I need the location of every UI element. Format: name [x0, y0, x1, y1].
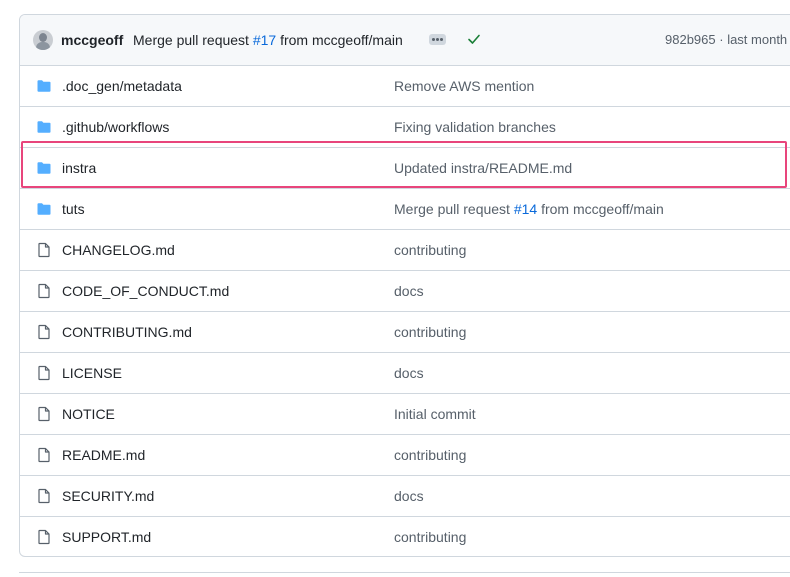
file-name-link[interactable]: LICENSE [62, 365, 122, 381]
file-icon [38, 488, 50, 504]
check-icon[interactable] [466, 31, 482, 47]
file-row[interactable]: SUPPORT.md contributing [20, 516, 790, 556]
file-commit-message[interactable]: Remove AWS mention [394, 78, 534, 94]
file-row[interactable]: tuts Merge pull request #14 from mccgeoff… [20, 188, 790, 229]
commit-time: last month [727, 32, 788, 47]
file-commit-message[interactable]: Merge pull request #14 from mccgeoff/mai… [394, 201, 664, 217]
file-row[interactable]: CONTRIBUTING.md contributing [20, 311, 790, 352]
folder-icon [37, 80, 51, 92]
latest-commit-bar: mccgeoff Merge pull request #17 from mcc… [20, 15, 790, 66]
file-icon [38, 283, 50, 299]
commit-message-prefix: Merge pull request [394, 201, 514, 217]
file-browser: mccgeoff Merge pull request #17 from mcc… [19, 14, 790, 557]
ellipsis-icon[interactable] [429, 34, 446, 45]
file-icon [38, 406, 50, 422]
file-commit-message[interactable]: contributing [394, 529, 466, 545]
file-commit-message[interactable]: docs [394, 365, 424, 381]
file-commit-message[interactable]: contributing [394, 242, 466, 258]
file-row[interactable]: .doc_gen/metadata Remove AWS mention [20, 66, 790, 106]
file-row[interactable]: CHANGELOG.md contributing [20, 229, 790, 270]
divider [19, 572, 790, 573]
commit-meta: 982b965 · last month [665, 32, 788, 47]
file-name-link[interactable]: CHANGELOG.md [62, 242, 175, 258]
file-icon [38, 365, 50, 381]
file-list: .doc_gen/metadata Remove AWS mention .gith… [20, 66, 790, 556]
file-commit-message[interactable]: Initial commit [394, 406, 476, 422]
file-icon [38, 242, 50, 258]
file-row[interactable]: README.md contributing [20, 434, 790, 475]
commit-message-suffix: from mccgeoff/main [537, 201, 664, 217]
file-name-link[interactable]: NOTICE [62, 406, 115, 422]
file-icon [38, 529, 50, 545]
commit-message-prefix: Merge pull request [133, 32, 253, 48]
file-name-link[interactable]: .github/workflows [62, 119, 169, 135]
file-row[interactable]: LICENSE docs [20, 352, 790, 393]
file-commit-message[interactable]: Fixing validation branches [394, 119, 556, 135]
folder-icon [37, 121, 51, 133]
commit-message-suffix: from mccgeoff/main [276, 32, 403, 48]
file-commit-message[interactable]: contributing [394, 324, 466, 340]
file-name-link[interactable]: SUPPORT.md [62, 529, 151, 545]
file-commit-message[interactable]: contributing [394, 447, 466, 463]
file-icon [38, 324, 50, 340]
file-row[interactable]: SECURITY.md docs [20, 475, 790, 516]
file-name-link[interactable]: .doc_gen/metadata [62, 78, 182, 94]
file-name-link[interactable]: tuts [62, 201, 85, 217]
file-commit-message[interactable]: docs [394, 283, 424, 299]
highlight-box [21, 141, 787, 188]
file-name-link[interactable]: SECURITY.md [62, 488, 154, 504]
commit-pr-link[interactable]: #17 [253, 32, 276, 48]
file-name-link[interactable]: CONTRIBUTING.md [62, 324, 192, 340]
file-row[interactable]: NOTICE Initial commit [20, 393, 790, 434]
commit-author[interactable]: mccgeoff [61, 32, 123, 48]
commit-sha[interactable]: 982b965 [665, 32, 716, 47]
folder-icon [37, 203, 51, 215]
file-row[interactable]: CODE_OF_CONDUCT.md docs [20, 270, 790, 311]
file-name-link[interactable]: README.md [62, 447, 145, 463]
commit-message[interactable]: Merge pull request #17 from mccgeoff/mai… [133, 32, 403, 48]
file-name-link[interactable]: CODE_OF_CONDUCT.md [62, 283, 229, 299]
commit-pr-link[interactable]: #14 [514, 201, 537, 217]
file-icon [38, 447, 50, 463]
avatar[interactable] [33, 30, 53, 50]
file-commit-message[interactable]: docs [394, 488, 424, 504]
